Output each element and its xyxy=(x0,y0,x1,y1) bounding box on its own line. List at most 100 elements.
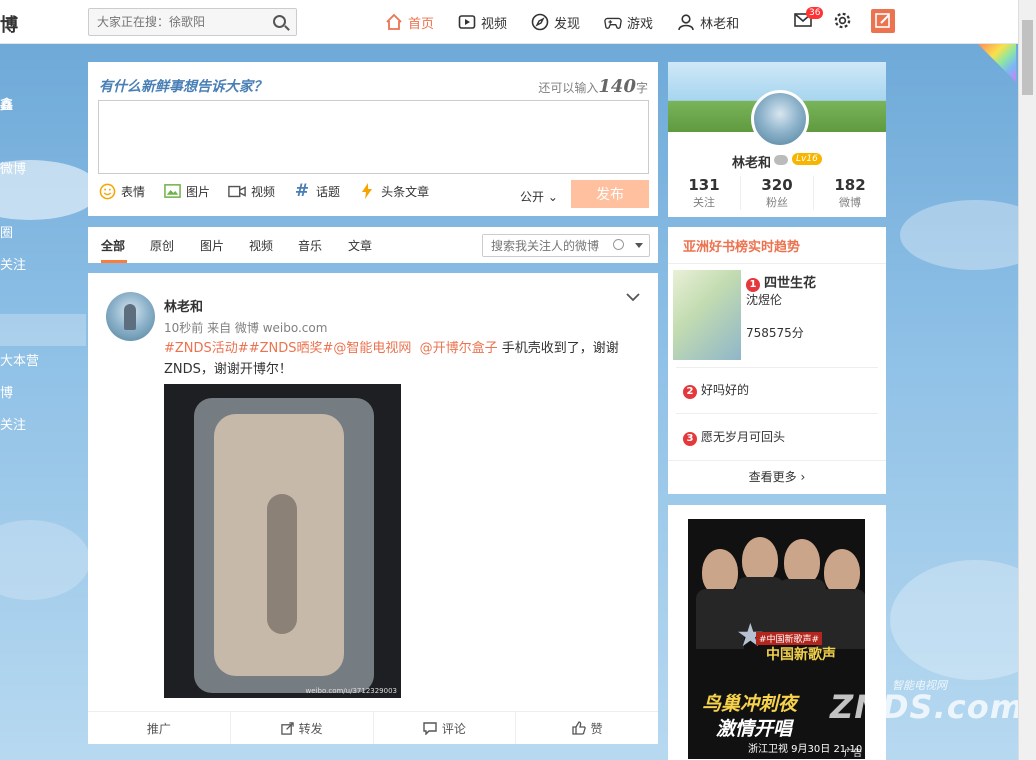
book-author[interactable]: 沈煜伦 xyxy=(746,291,782,308)
publisher-card: 有什么新鲜事想告诉大家？ 还可以输入140字 表情 图片 视频 # 话题 头条文… xyxy=(88,62,658,216)
page-scrollbar[interactable] xyxy=(1018,0,1036,760)
tab-articles[interactable]: 文章 xyxy=(348,237,372,254)
tab-images[interactable]: 图片 xyxy=(200,237,224,254)
search-icon[interactable] xyxy=(273,15,286,28)
nav-video[interactable]: 视频 xyxy=(458,13,507,32)
tool-image-label: 图片 xyxy=(186,184,211,199)
follow-search-input[interactable] xyxy=(483,235,608,256)
post-photo[interactable]: weibo.com/u/3712329003 xyxy=(164,384,401,698)
profile-name[interactable]: 林老和 xyxy=(732,152,771,171)
author-name[interactable]: 林老和 xyxy=(164,296,203,315)
settings-gear-icon[interactable] xyxy=(833,11,852,33)
repost-button[interactable]: 转发 xyxy=(231,712,374,744)
search-icon[interactable] xyxy=(613,239,624,250)
comment-icon xyxy=(423,721,437,735)
comment-button[interactable]: 评论 xyxy=(374,712,517,744)
visibility-select[interactable]: 公开 ⌄ xyxy=(520,188,558,205)
trend-title[interactable]: 亚洲好书榜实时趋势 xyxy=(683,236,800,255)
site-watermark: ZNDS.com xyxy=(830,688,1025,726)
nav-games[interactable]: 游戏 xyxy=(604,13,653,32)
feed-post: 林老和 10秒前 来自 微博 weibo.com #ZNDS活动##ZNDS晒奖… xyxy=(88,273,658,744)
stat-followers[interactable]: 320 粉丝 xyxy=(741,176,814,210)
tool-video[interactable]: 视频 xyxy=(228,182,275,200)
sidebar-item[interactable]: 鑫 xyxy=(0,90,86,122)
sidebar-item[interactable] xyxy=(0,282,86,314)
active-tab-underline xyxy=(101,260,127,263)
compose-button[interactable] xyxy=(871,9,895,33)
tool-emoji[interactable]: 表情 xyxy=(98,182,145,200)
promote-button[interactable]: 推广 xyxy=(88,712,231,744)
tab-music[interactable]: 音乐 xyxy=(298,237,322,254)
post-menu-chevron-icon[interactable] xyxy=(626,291,640,305)
tab-videos[interactable]: 视频 xyxy=(249,237,273,254)
book-title: 愿无岁月可回头 xyxy=(701,430,786,444)
trend-item[interactable]: 3 愿无岁月可回头 xyxy=(683,428,785,446)
divider xyxy=(676,413,878,414)
tab-original[interactable]: 原创 xyxy=(150,237,174,254)
tool-article[interactable]: 头条文章 xyxy=(358,182,429,200)
level-badge[interactable]: Lv16 xyxy=(792,153,822,165)
sidebar-item[interactable]: 圈 xyxy=(0,218,86,250)
divider xyxy=(676,367,878,368)
weibo-logo[interactable]: 博 xyxy=(0,11,18,37)
author-avatar[interactable] xyxy=(106,292,155,341)
ad-label: 广告 xyxy=(844,749,863,759)
sidebar-item-selected[interactable] xyxy=(0,314,86,346)
poster-figure xyxy=(818,589,865,649)
like-button[interactable]: 赞 xyxy=(516,712,658,744)
stat-following[interactable]: 131 关注 xyxy=(668,176,741,210)
trend-top-title[interactable]: 1 四世生花 xyxy=(746,272,816,292)
stat-posts[interactable]: 182 微博 xyxy=(814,176,886,210)
post-actions: 推广 转发 评论 赞 xyxy=(88,711,658,744)
feed-tabs: 全部 原创 图片 视频 音乐 文章 xyxy=(88,227,658,263)
topic-link[interactable]: #ZNDS活动# xyxy=(164,341,249,356)
tool-topic[interactable]: # 话题 xyxy=(293,181,340,201)
book-title: 好吗好的 xyxy=(701,383,750,397)
sidebar-item[interactable]: 微博 xyxy=(0,154,86,186)
background-cloud xyxy=(890,560,1036,680)
left-sidebar: 鑫 微博 圈 关注 大本营 博 关注 xyxy=(0,90,86,442)
nav-discover[interactable]: 发现 xyxy=(531,13,580,32)
main-nav: 首页 视频 发现 游戏 林老和 xyxy=(385,0,763,44)
like-label: 赞 xyxy=(590,721,603,736)
tool-image[interactable]: 图片 xyxy=(163,182,210,200)
publish-button[interactable]: 发布 xyxy=(571,180,649,208)
stat-label: 关注 xyxy=(693,196,715,209)
profile-avatar[interactable] xyxy=(751,90,809,148)
tab-all[interactable]: 全部 xyxy=(101,237,125,254)
nav-profile[interactable]: 林老和 xyxy=(677,13,739,32)
dropdown-caret-icon[interactable] xyxy=(635,243,643,248)
video-icon xyxy=(458,13,476,31)
sidebar-item[interactable]: 关注 xyxy=(0,250,86,282)
post-text: #ZNDS活动##ZNDS晒奖#@智能电视网 @开博尔盒子 手机壳收到了，谢谢 Z… xyxy=(164,338,634,380)
membership-icon[interactable] xyxy=(774,155,788,165)
compass-icon xyxy=(531,13,549,31)
background-cloud xyxy=(0,520,90,600)
char-counter-prefix: 还可以输入 xyxy=(538,81,599,95)
sidebar-item[interactable]: 大本营 xyxy=(0,346,86,378)
nav-home[interactable]: 首页 xyxy=(385,13,434,32)
mention-link[interactable]: @智能电视网 xyxy=(333,341,411,356)
book-cover-image[interactable] xyxy=(673,270,741,360)
sidebar-item[interactable] xyxy=(0,186,86,218)
topic-link[interactable]: #ZNDS晒奖# xyxy=(249,341,334,356)
gamepad-icon xyxy=(604,13,622,31)
ad-headline: 激情开唱 xyxy=(716,718,793,740)
post-textarea[interactable] xyxy=(98,100,649,174)
tool-emoji-label: 表情 xyxy=(121,184,146,199)
sidebar-item[interactable] xyxy=(0,122,86,154)
stat-num: 131 xyxy=(688,176,720,194)
post-body: ZNDS，谢谢开博尔！ xyxy=(164,362,292,377)
global-search-input[interactable] xyxy=(89,9,259,35)
sidebar-item[interactable]: 关注 xyxy=(0,410,86,442)
lightning-icon xyxy=(358,182,376,200)
page-corner-ribbon[interactable] xyxy=(978,44,1016,82)
mention-link[interactable]: @开博尔盒子 xyxy=(420,341,498,356)
top-nav-bar: 博 首页 视频 发现 游戏 林老和 xyxy=(0,0,1018,44)
rank-badge: 1 xyxy=(746,278,760,292)
trend-item[interactable]: 2 好吗好的 xyxy=(683,381,749,399)
ad-show-name: 中国新歌声 xyxy=(766,647,836,663)
scrollbar-thumb[interactable] xyxy=(1022,20,1033,95)
sidebar-item[interactable]: 博 xyxy=(0,378,86,410)
view-more-link[interactable]: 查看更多 › xyxy=(668,460,886,494)
